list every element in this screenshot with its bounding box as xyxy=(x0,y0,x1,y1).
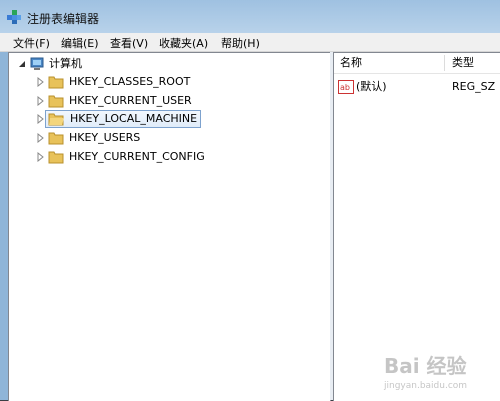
watermark-logo-text: Bai 经验 xyxy=(384,354,467,378)
tree-node-label: HKEY_CLASSES_ROOT xyxy=(69,75,191,88)
menu-view[interactable]: 查看(V) xyxy=(110,35,148,51)
column-name-header[interactable]: 名称 xyxy=(340,53,362,73)
title-bar[interactable]: 注册表编辑器 xyxy=(0,0,500,33)
tree-node-hkcc[interactable]: HKEY_CURRENT_CONFIG xyxy=(35,148,295,166)
folder-icon xyxy=(48,95,64,108)
column-type-header[interactable]: 类型 xyxy=(452,53,474,73)
collapsed-arrow-icon[interactable] xyxy=(35,133,45,143)
expanded-arrow-icon[interactable] xyxy=(17,59,27,69)
registry-editor-window: 注册表编辑器 文件(F) 编辑(E) 查看(V) 收藏夹(A) 帮助(H) 计算… xyxy=(0,0,500,401)
tree-node-label: HKEY_CURRENT_USER xyxy=(69,94,192,107)
menu-help[interactable]: 帮助(H) xyxy=(221,35,260,51)
window-title: 注册表编辑器 xyxy=(27,12,100,26)
tree-node-hklm[interactable]: HKEY_LOCAL_MACHINE xyxy=(35,110,295,128)
tree-node-label: HKEY_USERS xyxy=(69,131,141,144)
list-header: 名称 类型 xyxy=(334,53,500,74)
string-value-icon: ab xyxy=(338,80,354,94)
list-item[interactable]: ab (默认) REG_SZ xyxy=(338,79,498,95)
tree-node-label: HKEY_CURRENT_CONFIG xyxy=(69,150,205,163)
collapsed-arrow-icon[interactable] xyxy=(35,96,45,106)
collapsed-arrow-icon[interactable] xyxy=(35,152,45,162)
value-name: (默认) xyxy=(356,80,387,93)
value-type: REG_SZ xyxy=(452,80,496,93)
selected-node-label[interactable]: HKEY_LOCAL_MACHINE xyxy=(45,110,202,128)
tree-node-hkcu[interactable]: HKEY_CURRENT_USER xyxy=(35,92,295,110)
menu-edit[interactable]: 编辑(E) xyxy=(61,35,99,51)
registry-app-icon xyxy=(7,10,21,24)
menu-bar: 文件(F) 编辑(E) 查看(V) 收藏夹(A) 帮助(H) xyxy=(0,33,500,52)
collapsed-arrow-icon[interactable] xyxy=(35,114,45,124)
watermark: Bai 经验 jingyan.baidu.com xyxy=(380,350,498,398)
collapsed-arrow-icon[interactable] xyxy=(35,77,45,87)
tree-node-hkcr[interactable]: HKEY_CLASSES_ROOT xyxy=(35,73,295,91)
folder-icon xyxy=(48,132,64,145)
open-folder-icon xyxy=(48,113,64,126)
tree-root[interactable]: 计算机 xyxy=(17,55,217,73)
folder-icon xyxy=(48,151,64,164)
tree-node-hku[interactable]: HKEY_USERS xyxy=(35,129,295,147)
folder-icon xyxy=(48,76,64,89)
watermark-url: jingyan.baidu.com xyxy=(384,381,468,391)
registry-tree[interactable]: 计算机 HKEY_CLASSES_ROOT HKEY_CURRENT_USER xyxy=(8,52,331,401)
column-separator[interactable] xyxy=(444,55,445,71)
computer-icon xyxy=(30,57,44,70)
tree-root-label: 计算机 xyxy=(49,57,82,70)
menu-file[interactable]: 文件(F) xyxy=(13,35,50,51)
svg-text:ab: ab xyxy=(340,83,350,92)
values-list[interactable]: 名称 类型 ab (默认) REG_SZ xyxy=(333,52,500,401)
menu-favorites[interactable]: 收藏夹(A) xyxy=(159,35,208,51)
